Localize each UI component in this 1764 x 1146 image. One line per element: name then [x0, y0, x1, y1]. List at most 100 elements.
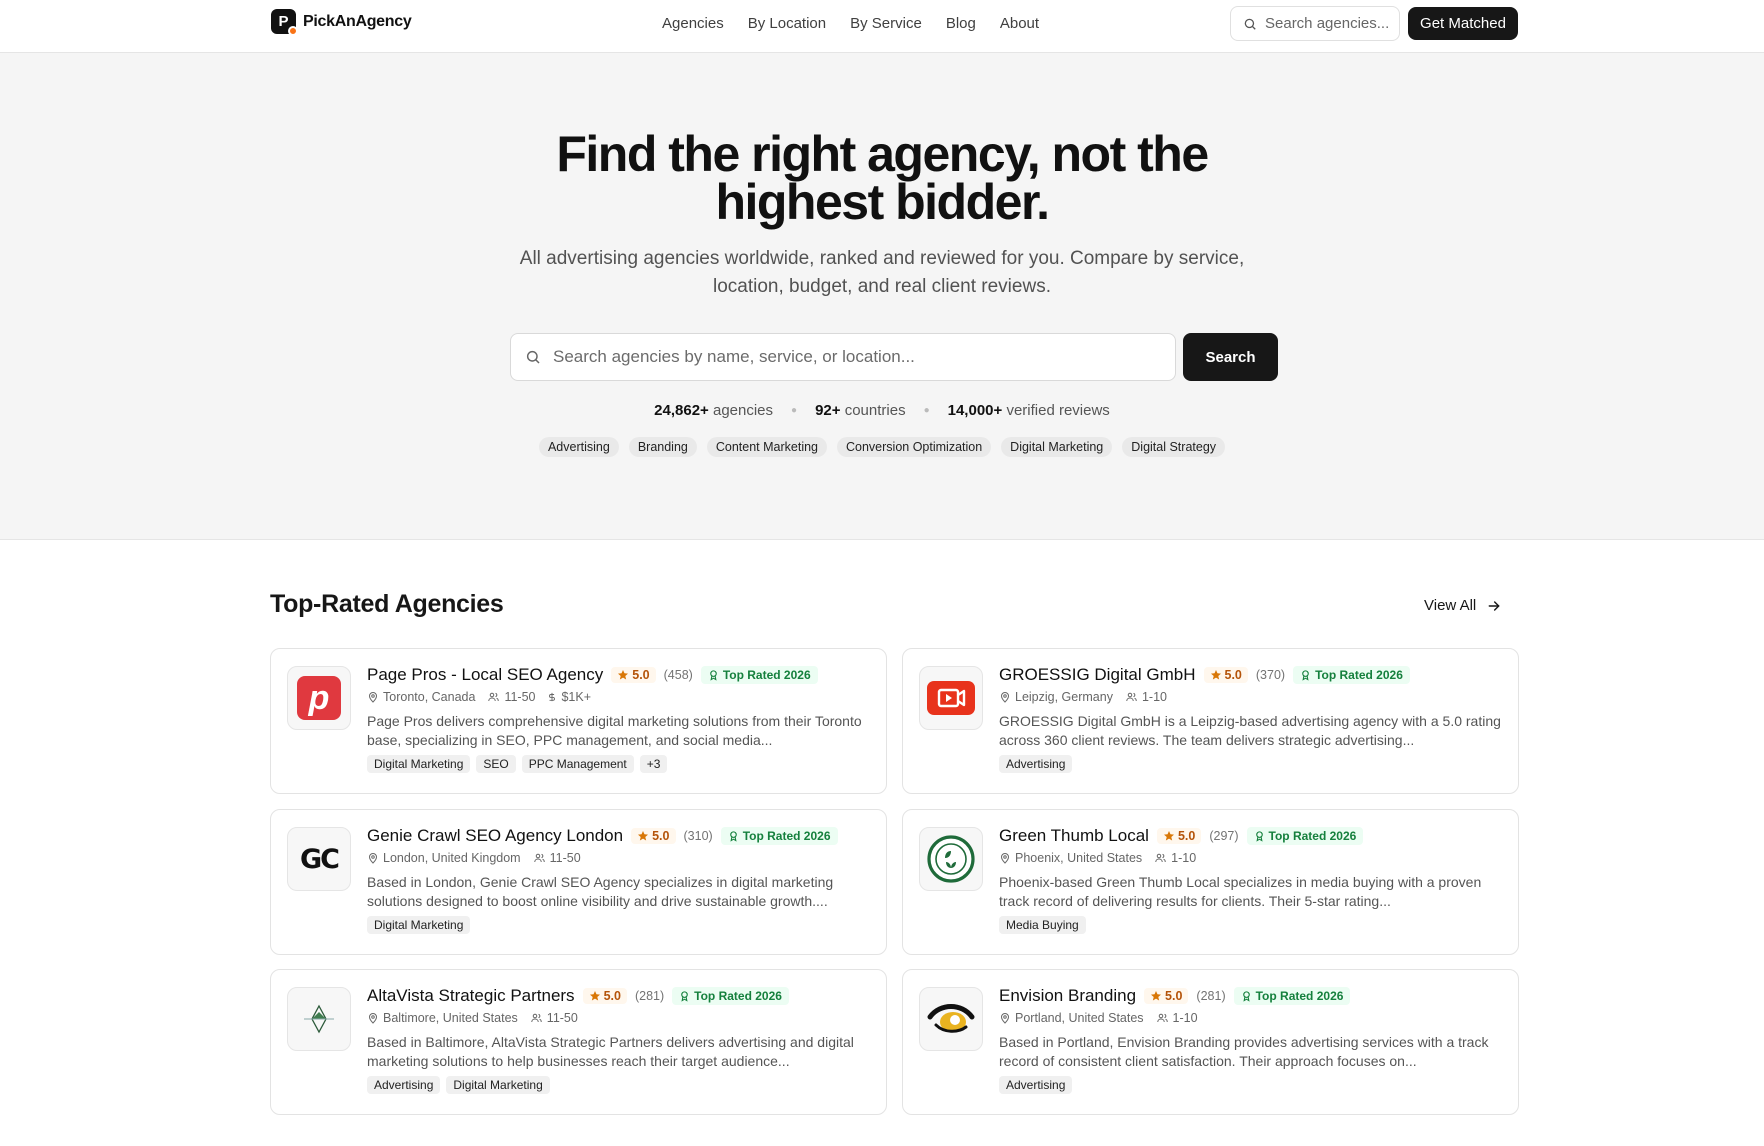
- envision-logo-icon: [927, 1004, 975, 1033]
- rating-value: 5.0: [1177, 829, 1196, 843]
- agency-card[interactable]: Envision Branding 5.0 (281) Top Rated 20…: [902, 969, 1519, 1115]
- star-icon: [1210, 670, 1221, 680]
- badge-label: Top Rated 2026: [1255, 989, 1344, 1003]
- agency-description: Based in Baltimore, AltaVista Strategic …: [367, 1034, 854, 1069]
- nav-by-location[interactable]: By Location: [748, 15, 826, 32]
- agency-name[interactable]: Genie Crawl SEO Agency London: [367, 826, 623, 846]
- agency-card[interactable]: p Page Pros - Local SEO Agency 5.0 (458)…: [270, 648, 887, 794]
- review-count: (370): [1255, 668, 1286, 682]
- agency-card[interactable]: GROESSIG Digital GmbH 5.0 (370) Top Rate…: [902, 648, 1519, 794]
- service-tag: Advertising: [999, 755, 1073, 773]
- location-text: Portland, United States: [1015, 1011, 1144, 1025]
- agency-card-body: Page Pros - Local SEO Agency 5.0 (458) T…: [367, 664, 872, 773]
- chip-advertising[interactable]: Advertising: [538, 437, 619, 457]
- agency-size: 1-10: [1154, 851, 1196, 865]
- agency-description: Based in London, Genie Crawl SEO Agency …: [367, 874, 834, 909]
- nav-agencies[interactable]: Agencies: [662, 15, 724, 32]
- agency-name[interactable]: Envision Branding: [999, 986, 1136, 1006]
- stat-countries: 92+ countries: [815, 402, 906, 419]
- agency-name[interactable]: GROESSIG Digital GmbH: [999, 665, 1196, 685]
- agency-card[interactable]: Green Thumb Local 5.0 (297) Top Rated 20…: [902, 809, 1519, 955]
- review-count: (297): [1209, 829, 1239, 843]
- get-matched-button[interactable]: Get Matched: [1408, 7, 1518, 40]
- nav-about[interactable]: About: [1000, 15, 1039, 32]
- view-all-label: View All: [1424, 597, 1477, 614]
- agency-name[interactable]: Green Thumb Local: [999, 826, 1149, 846]
- agency-meta: Baltimore, United States 11-50: [367, 1009, 872, 1027]
- hero-title-line-2: highest bidder.: [715, 174, 1050, 230]
- nav-blog[interactable]: Blog: [946, 15, 976, 32]
- map-pin-icon: [1000, 853, 1010, 864]
- chip-content-marketing[interactable]: Content Marketing: [706, 437, 827, 457]
- search-button[interactable]: Search: [1183, 333, 1278, 381]
- size-text: 11-50: [546, 1011, 578, 1025]
- agency-name[interactable]: Page Pros - Local SEO Agency: [367, 665, 603, 685]
- chip-digital-marketing[interactable]: Digital Marketing: [1001, 437, 1113, 457]
- chip-branding[interactable]: Branding: [628, 437, 697, 457]
- map-pin-icon: [368, 692, 378, 703]
- brand-logo[interactable]: P PickAnAgency: [271, 9, 412, 36]
- nav-by-service[interactable]: By Service: [850, 15, 922, 32]
- agency-tags: Digital Marketing: [367, 916, 872, 934]
- agency-header-row: Genie Crawl SEO Agency London 5.0 (310) …: [367, 825, 872, 847]
- agency-card[interactable]: GC Genie Crawl SEO Agency London 5.0 (31…: [270, 809, 887, 955]
- top-rated-badge: Top Rated 2026: [672, 987, 789, 1005]
- service-tag: Digital Marketing: [367, 755, 471, 773]
- rating-badge: 5.0: [631, 828, 676, 844]
- stat-agencies: 24,862+ agencies: [654, 402, 774, 419]
- agency-meta: Phoenix, United States 1-10: [999, 849, 1504, 867]
- header-search[interactable]: [1230, 6, 1400, 41]
- award-icon: [710, 670, 717, 681]
- location-text: Leipzig, Germany: [1015, 690, 1113, 704]
- agency-size: 11-50: [487, 690, 535, 704]
- agency-location: Portland, United States: [999, 1011, 1144, 1025]
- location-text: Phoenix, United States: [1015, 851, 1143, 865]
- map-pin-icon: [368, 853, 378, 864]
- agency-logo: [287, 987, 351, 1051]
- rating-value: 5.0: [632, 668, 650, 682]
- agency-card-body: Genie Crawl SEO Agency London 5.0 (310) …: [367, 825, 872, 934]
- agency-card[interactable]: AltaVista Strategic Partners 5.0 (281) T…: [270, 969, 887, 1115]
- agency-logo: [919, 666, 983, 730]
- hero-search-box[interactable]: [510, 333, 1176, 381]
- stats-row: 24,862+ agencies ● 92+ countries ● 14,00…: [0, 402, 1764, 419]
- view-all-link[interactable]: View All: [1424, 597, 1502, 614]
- rating-badge: 5.0: [1144, 988, 1189, 1004]
- size-text: 11-50: [504, 690, 536, 704]
- rating-badge: 5.0: [582, 988, 627, 1004]
- agency-card-body: AltaVista Strategic Partners 5.0 (281) T…: [367, 985, 872, 1094]
- agency-logo: [919, 987, 983, 1051]
- users-icon: [533, 853, 545, 863]
- chip-conversion-optimization[interactable]: Conversion Optimization: [837, 437, 992, 457]
- agency-description: GROESSIG Digital GmbH is a Leipzig-based…: [999, 713, 1501, 748]
- service-chips: Advertising Branding Content Marketing C…: [0, 437, 1764, 457]
- agency-header-row: Envision Branding 5.0 (281) Top Rated 20…: [999, 985, 1504, 1007]
- agency-name[interactable]: AltaVista Strategic Partners: [367, 986, 575, 1006]
- hero-title: Find the right agency, not the highest b…: [0, 129, 1764, 230]
- review-count: (281): [1196, 989, 1226, 1003]
- agency-meta: Leipzig, Germany 1-10: [999, 688, 1504, 706]
- rating-value: 5.0: [652, 829, 670, 843]
- award-icon: [1255, 831, 1263, 842]
- agency-meta: Portland, United States 1-10: [999, 1009, 1504, 1027]
- service-tag: Digital Marketing: [367, 916, 471, 934]
- star-icon: [589, 991, 600, 1001]
- award-icon: [729, 831, 737, 842]
- top-rated-badge: Top Rated 2026: [1293, 666, 1410, 684]
- hero-search-input[interactable]: [553, 347, 1153, 367]
- star-icon: [638, 831, 649, 841]
- agency-description: Page Pros delivers comprehensive digital…: [367, 713, 862, 748]
- agency-size: 1-10: [1156, 1011, 1198, 1025]
- map-pin-icon: [368, 1013, 378, 1024]
- chip-digital-strategy[interactable]: Digital Strategy: [1122, 437, 1226, 457]
- review-count: (458): [663, 668, 693, 682]
- badge-label: Top Rated 2026: [722, 668, 811, 682]
- brand-initial: P: [278, 13, 289, 30]
- map-pin-icon: [1000, 692, 1010, 703]
- main-nav: Agencies By Location By Service Blog Abo…: [662, 15, 1063, 32]
- hero-section: Find the right agency, not the highest b…: [0, 53, 1764, 540]
- size-text: 1-10: [1171, 851, 1197, 865]
- header-search-input[interactable]: [1265, 15, 1390, 32]
- agency-logo: [919, 827, 983, 891]
- stat-separator: ●: [791, 405, 798, 416]
